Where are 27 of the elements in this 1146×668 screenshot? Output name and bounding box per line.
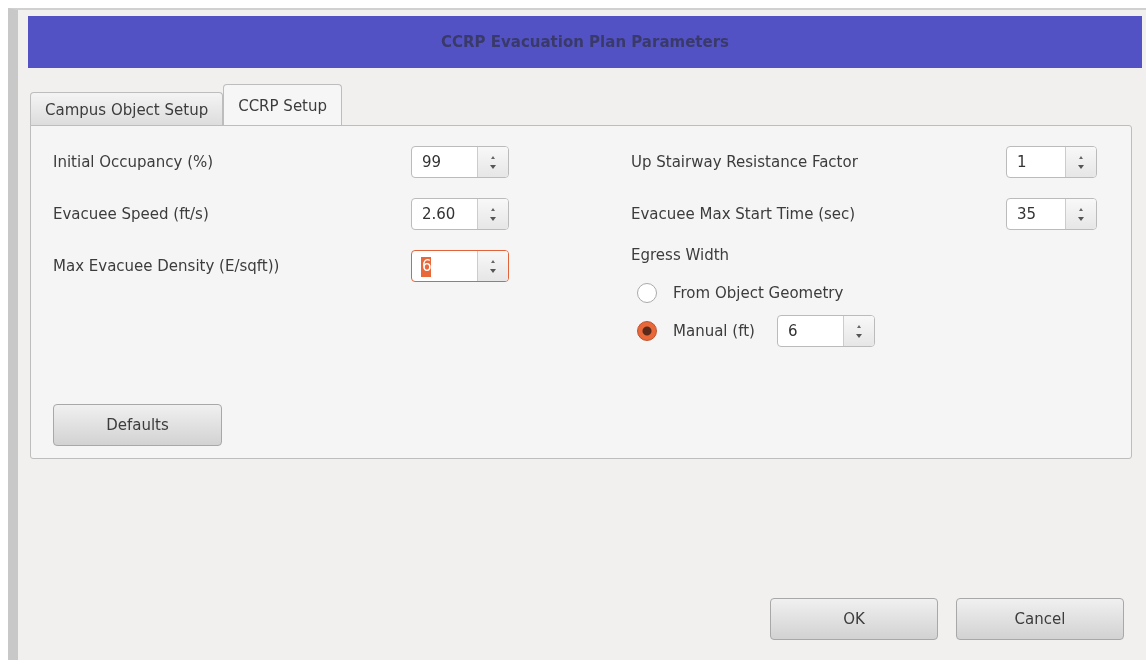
spin-arrows-icon[interactable]: [1065, 199, 1096, 229]
spin-arrows-icon[interactable]: [477, 251, 508, 281]
dialog-button[interactable]: OK: [770, 598, 938, 640]
spin-field[interactable]: 2.60: [411, 198, 509, 230]
spin-field[interactable]: 6: [776, 315, 875, 347]
radio-label[interactable]: From Object Geometry: [673, 284, 844, 302]
window-title: CCRP Evacuation Plan Parameters: [28, 16, 1142, 68]
radio-button[interactable]: [637, 283, 657, 303]
group-label: Egress Width: [631, 246, 731, 266]
spin-arrows-icon[interactable]: [1065, 147, 1096, 177]
dialog-button[interactable]: Cancel: [956, 598, 1124, 640]
spin-arrows-icon[interactable]: [477, 199, 508, 229]
spin-field[interactable]: 1: [1006, 146, 1097, 178]
defaults-button[interactable]: Defaults: [53, 404, 222, 446]
spin-field[interactable]: 99: [411, 146, 509, 178]
spin-arrows-icon[interactable]: [477, 147, 508, 177]
field-label: Up Stairway Resistance Factor: [631, 153, 858, 171]
spin-field[interactable]: 35: [1006, 198, 1097, 230]
field-label: Evacuee Speed (ft/s): [53, 205, 209, 223]
spin-arrows-icon[interactable]: [842, 316, 874, 346]
field-label: Evacuee Max Start Time (sec): [631, 205, 856, 223]
tab[interactable]: Campus Object Setup: [30, 92, 224, 126]
radio-label[interactable]: Manual (ft): [673, 322, 755, 340]
field-label: Initial Occupancy (%): [53, 153, 214, 171]
field-label: Max Evacuee Density (E/sqft)): [53, 257, 280, 275]
tab[interactable]: CCRP Setup: [223, 84, 342, 126]
radio-button[interactable]: [637, 321, 657, 341]
